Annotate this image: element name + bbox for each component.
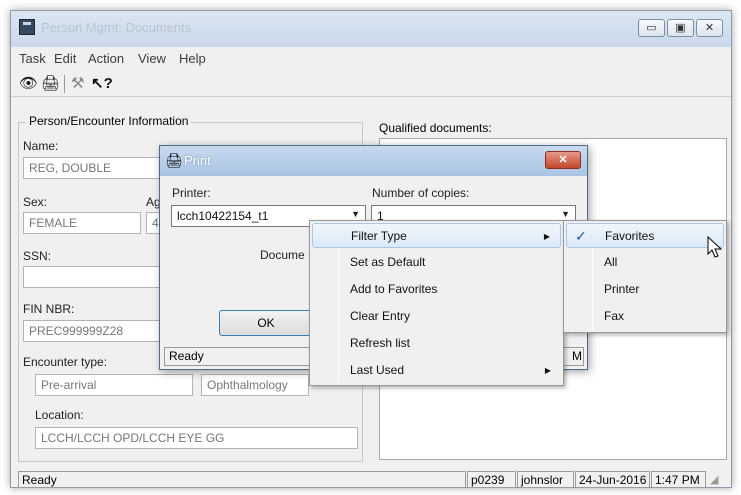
view-icon[interactable]: 👁 <box>19 74 38 92</box>
status-user: johnslor <box>517 471 574 488</box>
status-date: 24-Jun-2016 <box>575 471 650 488</box>
menu-item-label: Add to Favorites <box>350 282 438 296</box>
menu-view[interactable]: View <box>138 51 166 66</box>
menu-item-refresh-list[interactable]: Refresh list <box>312 331 561 356</box>
menu-item-set-default[interactable]: Set as Default <box>312 250 561 275</box>
menu-action[interactable]: Action <box>88 51 124 66</box>
maximize-button[interactable]: ▣ <box>667 19 694 37</box>
name-label: Name: <box>23 139 59 153</box>
menu-item-clear-entry[interactable]: Clear Entry <box>312 304 561 329</box>
printer-label: Printer: <box>172 186 211 200</box>
check-icon: ✓ <box>575 228 587 244</box>
print-dialog-close-button[interactable]: ✕ <box>545 151 581 169</box>
copies-label: Number of copies: <box>372 186 470 200</box>
chevron-down-icon[interactable]: ▼ <box>561 209 570 219</box>
minimize-button[interactable]: ▭ <box>638 19 665 37</box>
fin-field[interactable]: PREC999999Z28 <box>23 320 163 342</box>
submenu-item-printer[interactable]: Printer <box>566 277 724 302</box>
fin-label: FIN NBR: <box>23 302 75 316</box>
context-menu: Filter Type ▶ Set as Default Add to Favo… <box>309 220 564 386</box>
submenu-item-label: Favorites <box>605 229 655 243</box>
qualified-documents-label: Qualified documents: <box>379 121 492 135</box>
close-button[interactable]: ✕ <box>696 19 723 37</box>
print-dialog-status-time: M <box>572 349 582 363</box>
hammer-icon[interactable]: ⚒ <box>71 74 84 92</box>
app-icon <box>19 19 35 35</box>
status-code: p0239 <box>467 471 516 488</box>
encounter-type-label: Encounter type: <box>23 355 108 369</box>
submenu-arrow-icon: ▶ <box>544 366 551 375</box>
location-field[interactable]: LCCH/LCCH OPD/LCCH EYE GG <box>35 427 358 449</box>
mouse-cursor-icon <box>707 236 723 258</box>
printer-value: lcch10422154_t1 <box>177 209 269 223</box>
title-bar[interactable]: Person Mgmt: Documents ▭ ▣ ✕ <box>11 11 731 47</box>
filter-type-submenu: ✓ Favorites All Printer Fax <box>563 220 727 333</box>
window-title: Person Mgmt: Documents <box>41 20 192 35</box>
status-time: 1:47 PM <box>651 471 706 488</box>
status-bar: Ready p0239 johnslor 24-Jun-2016 1:47 PM… <box>10 471 732 488</box>
menu-item-label: Clear Entry <box>350 309 411 323</box>
print-icon[interactable]: 🖨 <box>41 74 60 92</box>
submenu-item-label: All <box>604 255 618 269</box>
ok-button[interactable]: OK <box>219 310 313 336</box>
encounter-type-field[interactable]: Pre-arrival <box>35 374 193 396</box>
group-title: Person/Encounter Information <box>26 114 192 128</box>
print-dialog-titlebar[interactable]: 🖨 Print ✕ <box>160 146 587 176</box>
submenu-item-favorites[interactable]: ✓ Favorites <box>566 223 724 248</box>
resize-grip-icon[interactable]: ◢ <box>710 473 718 486</box>
menu-edit[interactable]: Edit <box>54 51 76 66</box>
printer-icon: 🖨 <box>165 152 183 168</box>
menu-bar: Task Edit Action View Help <box>11 47 731 69</box>
print-dialog-status-text: Ready <box>169 349 204 363</box>
menu-item-label: Refresh list <box>350 336 411 350</box>
menu-item-last-used[interactable]: Last Used ▶ <box>312 358 561 383</box>
chevron-down-icon[interactable]: ▼ <box>351 209 360 219</box>
document-label: Docume <box>260 248 305 262</box>
toolbar-separator <box>64 75 65 93</box>
submenu-item-label: Printer <box>604 282 640 296</box>
menu-item-filter-type[interactable]: Filter Type ▶ <box>312 223 561 248</box>
sex-field[interactable]: FEMALE <box>23 212 141 234</box>
encounter-specialty-field[interactable]: Ophthalmology <box>201 374 309 396</box>
submenu-item-label: Fax <box>604 309 625 323</box>
menu-help[interactable]: Help <box>179 51 206 66</box>
toolbar: 👁 🖨 ⚒ ↖? <box>11 69 731 97</box>
submenu-arrow-icon: ▶ <box>543 232 550 241</box>
menu-task[interactable]: Task <box>19 51 46 66</box>
menu-item-add-favorites[interactable]: Add to Favorites <box>312 277 561 302</box>
name-field[interactable]: REG, DOUBLE <box>23 157 163 179</box>
menu-item-label: Filter Type <box>351 229 407 243</box>
menu-item-label: Set as Default <box>350 255 426 269</box>
help-pointer-icon[interactable]: ↖? <box>91 74 113 92</box>
ssn-label: SSN: <box>23 249 52 263</box>
status-text: Ready <box>18 471 466 488</box>
submenu-item-fax[interactable]: Fax <box>566 304 724 329</box>
location-label: Location: <box>35 408 84 422</box>
print-dialog-title: Print <box>184 153 211 168</box>
submenu-item-all[interactable]: All <box>566 250 724 275</box>
menu-item-label: Last Used <box>350 363 405 377</box>
ssn-field[interactable] <box>23 266 163 288</box>
sex-label: Sex: <box>23 195 48 209</box>
